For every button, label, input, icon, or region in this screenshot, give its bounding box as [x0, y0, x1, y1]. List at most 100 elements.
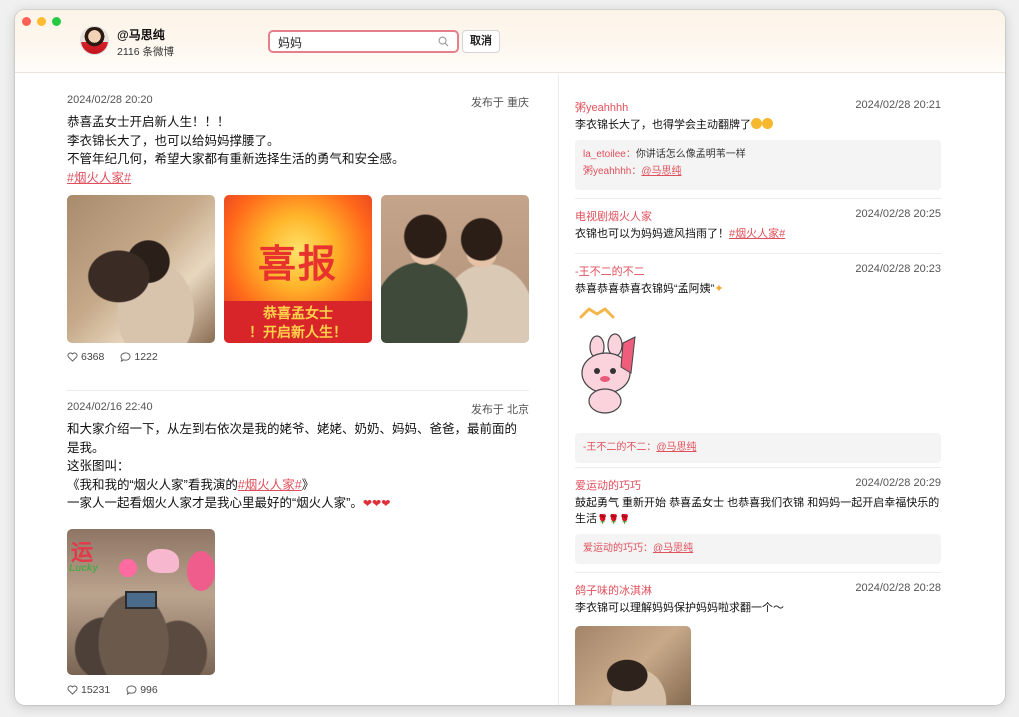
hashtag-link[interactable]: #烟火人家#	[238, 478, 302, 492]
balloon-sticker	[187, 551, 215, 591]
header-bar: @马思纯 2116 条微博 取消	[15, 10, 1005, 73]
hashtag-link[interactable]: #烟火人家#	[729, 228, 785, 240]
post-line: 和大家介绍一下，从左到右依次是我的姥爷、姥姥、奶奶、妈妈、爸爸，最前面的是我。	[67, 422, 518, 455]
rose-emojis: 🌹🌹🌹	[597, 514, 631, 524]
like-stat[interactable]: 6368	[67, 351, 104, 363]
comment-item: 粥yeahhhh 2024/02/28 20:21 李衣锦长大了，也得学会主动翻…	[575, 99, 941, 199]
comment-item: -王不二的不二 2024/02/28 20:23 恭喜恭喜恭喜衣锦妈“孟阿姨”✦…	[575, 263, 941, 463]
minimize-window-button[interactable]	[37, 17, 46, 26]
post-stats: 15231 996	[67, 684, 174, 696]
comment-stat[interactable]: 1222	[120, 351, 158, 363]
comment-list: 粥yeahhhh 2024/02/28 20:21 李衣锦长大了，也得学会主动翻…	[560, 74, 1005, 705]
post-date: 2024/02/28 20:20	[67, 94, 153, 106]
comment-text: 鼓起勇气 重新开始 恭喜孟女士 也恭喜我们衣锦 和妈妈一起开启幸福快乐的生活🌹🌹…	[575, 497, 940, 525]
comment-text: 恭喜恭喜恭喜衣锦妈“孟阿姨”✦	[575, 283, 724, 295]
search-input[interactable]	[278, 34, 438, 50]
post-photo[interactable]	[381, 195, 529, 343]
app-window: @马思纯 2116 条微博 取消 2024/02/28 20:20 发布于 重庆…	[15, 10, 1005, 705]
comment-text: 李衣锦长大了，也得学会主动翻牌了	[575, 117, 941, 133]
reply-line: la_etoilee：你讲话怎么像孟明苇一样	[583, 149, 746, 160]
comment-author[interactable]: 鸽子味的冰淇淋	[575, 582, 652, 598]
reply-line: -王不二的不二：@马思纯	[583, 439, 933, 456]
zoom-window-button[interactable]	[52, 17, 61, 26]
search-box[interactable]	[268, 30, 459, 53]
reply-user[interactable]: -王不二的不二：	[583, 442, 656, 453]
bunny-sticker-icon	[581, 333, 636, 414]
post-line: 这张图叫：	[67, 459, 130, 473]
post-location: 发布于 北京	[470, 404, 529, 416]
post-line: 不管年纪几何，希望大家都有重新选择生活的勇气和安全感。	[67, 152, 405, 166]
like-count: 6368	[81, 351, 105, 363]
comment-time: 2024/02/28 20:29	[855, 477, 941, 489]
tv-screen	[125, 591, 157, 609]
reply-user[interactable]: 粥yeahhhh：	[583, 166, 641, 177]
post-photo[interactable]	[67, 195, 215, 343]
comment-text: 李衣锦可以理解妈妈保护妈妈啦求翻一个～	[575, 602, 784, 614]
post-text: 和大家介绍一下，从左到右依次是我的姥爷、姥姥、奶奶、妈妈、爸爸，最前面的是我。 …	[67, 420, 529, 514]
comment-text: 衣锦也可以为妈妈遮风挡雨了！#烟火人家#	[575, 228, 786, 240]
comment-count: 1222	[134, 351, 158, 363]
comment-author[interactable]: 粥yeahhhh	[575, 99, 628, 115]
reply-user[interactable]: la_etoilee：	[583, 149, 636, 160]
reply-box: la_etoilee：你讲话怎么像孟明苇一样 粥yeahhhh：@马思纯	[575, 140, 941, 190]
comment-author[interactable]: 爱运动的巧巧	[575, 477, 641, 493]
post-line: 恭喜孟女士开启新人生！！！	[67, 115, 230, 129]
comment-divider	[575, 467, 941, 468]
party-emoji: ✦	[714, 283, 724, 295]
heart-icon	[67, 685, 78, 695]
post-location: 发布于 重庆	[470, 97, 529, 109]
comment-divider	[575, 198, 941, 199]
unicorn-sticker	[147, 549, 179, 573]
comment-stat[interactable]: 996	[126, 684, 158, 696]
sticker-lucky: Lucky	[69, 563, 98, 574]
comment-item: 鸽子味的冰淇淋 2024/02/28 20:28 李衣锦可以理解妈妈保护妈妈啦求…	[575, 582, 941, 705]
poster-image[interactable]: 喜报 恭喜孟女士 ！开启新人生！	[224, 195, 372, 343]
post-count: 2116 条微博	[117, 46, 174, 58]
comment-icon	[126, 685, 137, 695]
post-stats: 6368 1222	[67, 351, 174, 363]
post-list: 2024/02/28 20:20 发布于 重庆 恭喜孟女士开启新人生！！！ 李衣…	[15, 74, 559, 705]
heart-icon	[67, 352, 78, 362]
comment-divider	[575, 572, 941, 573]
post-line: 李衣锦长大了，也可以给妈妈撑腰了。	[67, 133, 280, 148]
avatar[interactable]	[80, 26, 109, 55]
comment-author[interactable]: 电视剧烟火人家	[575, 208, 652, 224]
reply-box: -王不二的不二：@马思纯	[575, 433, 941, 463]
search-icon[interactable]	[438, 36, 449, 47]
post-item: 2024/02/28 20:20 发布于 重庆 恭喜孟女士开启新人生！！！ 李衣…	[67, 94, 529, 374]
mention-link[interactable]: @马思纯	[656, 442, 696, 453]
mention-link[interactable]: @马思纯	[653, 543, 693, 554]
comment-item: 电视剧烟火人家 2024/02/28 20:25 衣锦也可以为妈妈遮风挡雨了！#…	[575, 208, 941, 248]
like-count: 15231	[81, 684, 111, 696]
post-date: 2024/02/16 22:40	[67, 401, 153, 413]
laugh-cry-emoji	[751, 118, 762, 129]
laugh-cry-emoji	[762, 118, 773, 129]
comment-time: 2024/02/28 20:25	[855, 208, 941, 220]
poster-line-1: 恭喜孟女士	[263, 305, 333, 321]
like-stat[interactable]: 15231	[67, 684, 110, 696]
family-photo[interactable]: 运 Lucky	[67, 529, 215, 675]
reply-user[interactable]: 爱运动的巧巧：	[583, 543, 653, 554]
comment-time: 2024/02/28 20:23	[855, 263, 941, 275]
post-text: 恭喜孟女士开启新人生！！！ 李衣锦长大了，也可以给妈妈撑腰了。 不管年纪几何，希…	[67, 113, 529, 187]
comment-count: 996	[140, 684, 158, 696]
comment-author[interactable]: -王不二的不二	[575, 263, 645, 279]
close-window-button[interactable]	[22, 17, 31, 26]
reply-line: 粥yeahhhh：@马思纯	[583, 163, 933, 180]
comment-item: 爱运动的巧巧 2024/02/28 20:29 鼓起勇气 重新开始 恭喜孟女士 …	[575, 477, 941, 569]
post-line: 一家人一起看烟火人家才是我心里最好的“烟火人家”。❤❤❤	[67, 496, 391, 510]
cancel-button[interactable]: 取消	[462, 30, 500, 53]
comment-photo[interactable]	[575, 626, 691, 705]
user-name[interactable]: @马思纯	[117, 26, 165, 43]
reply-line: 爱运动的巧巧：@马思纯	[583, 540, 933, 557]
comment-icon	[120, 352, 131, 362]
smile-sticker	[119, 559, 137, 577]
hashtag-link[interactable]: #烟火人家#	[67, 171, 131, 185]
post-line: 《我和我的“烟火人家”看我演的#烟火人家#》	[67, 477, 315, 492]
reply-box: 爱运动的巧巧：@马思纯	[575, 534, 941, 564]
post-item: 2024/02/16 22:40 发布于 北京 和大家介绍一下，从左到右依次是我…	[67, 401, 529, 701]
cheer-sticker-icon	[579, 307, 615, 319]
mention-link[interactable]: @马思纯	[641, 166, 681, 177]
poster-line-2: ！开启新人生！	[249, 324, 347, 340]
comment-time: 2024/02/28 20:21	[855, 99, 941, 111]
